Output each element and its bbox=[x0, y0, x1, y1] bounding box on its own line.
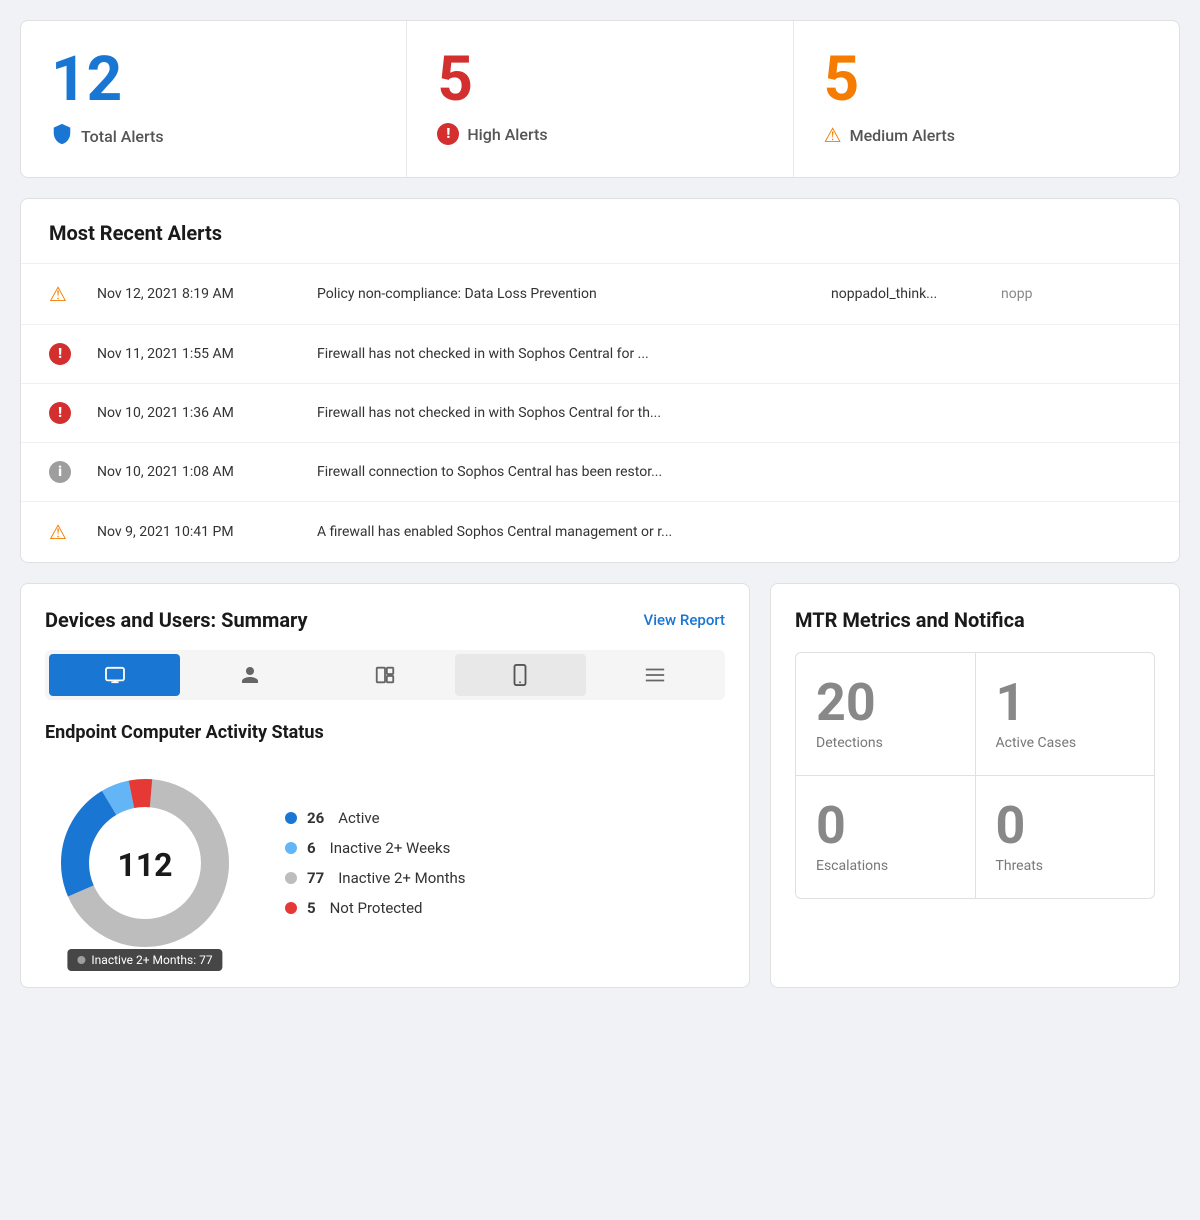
alert-message: A firewall has enabled Sophos Central ma… bbox=[317, 524, 1151, 540]
bottom-row: Devices and Users: Summary View Report bbox=[20, 583, 1180, 988]
legend-dot-not-protected bbox=[285, 902, 297, 914]
legend-dot-inactive-weeks bbox=[285, 842, 297, 854]
table-row[interactable]: ! Nov 11, 2021 1:55 AM Firewall has not … bbox=[21, 325, 1179, 384]
donut-center-number: 112 bbox=[117, 846, 172, 884]
alert-icon-exclaim: ! bbox=[49, 402, 77, 424]
table-row[interactable]: ⚠ Nov 12, 2021 8:19 AM Policy non-compli… bbox=[21, 264, 1179, 325]
device-tab-bar bbox=[45, 650, 725, 700]
donut-chart: 112 Inactive 2+ Months: 77 bbox=[45, 763, 245, 963]
alert-datetime: Nov 10, 2021 1:36 AM bbox=[97, 405, 297, 421]
alert-message: Policy non-compliance: Data Loss Prevent… bbox=[317, 286, 811, 302]
tab-user[interactable] bbox=[184, 654, 315, 696]
tooltip-dot bbox=[77, 956, 85, 964]
high-alert-icon: ! bbox=[437, 123, 459, 145]
escalations-label: Escalations bbox=[816, 858, 955, 874]
tab-list[interactable] bbox=[590, 654, 721, 696]
mtr-cell-detections: 20 Detections bbox=[796, 653, 975, 775]
active-cases-number: 1 bbox=[996, 677, 1135, 729]
active-cases-label: Active Cases bbox=[996, 735, 1135, 751]
list-item: 6 Inactive 2+ Weeks bbox=[285, 839, 466, 857]
alert-icon-info: i bbox=[49, 461, 77, 483]
alert-datetime: Nov 11, 2021 1:55 AM bbox=[97, 346, 297, 362]
detections-number: 20 bbox=[816, 677, 955, 729]
alert-user-2: nopp bbox=[1001, 286, 1151, 302]
alert-message: Firewall has not checked in with Sophos … bbox=[317, 405, 1151, 421]
mtr-cell-escalations: 0 Escalations bbox=[796, 776, 975, 898]
alert-icon-warn: ⚠ bbox=[49, 520, 77, 544]
recent-alerts-title: Most Recent Alerts bbox=[21, 199, 1179, 264]
medium-alerts-label: ⚠ Medium Alerts bbox=[824, 123, 1149, 147]
high-alerts-label: ! High Alerts bbox=[437, 123, 762, 145]
total-alerts-label: Total Alerts bbox=[51, 123, 376, 149]
tab-desktop[interactable] bbox=[49, 654, 180, 696]
alert-datetime: Nov 9, 2021 10:41 PM bbox=[97, 524, 297, 540]
mtr-metrics-panel: MTR Metrics and Notifica 20 Detections 1… bbox=[770, 583, 1180, 988]
endpoint-content: 112 Inactive 2+ Months: 77 26 Active 6 I… bbox=[45, 763, 725, 963]
threats-label: Threats bbox=[996, 858, 1135, 874]
mtr-cell-threats: 0 Threats bbox=[976, 776, 1155, 898]
table-row[interactable]: ! Nov 10, 2021 1:36 AM Firewall has not … bbox=[21, 384, 1179, 443]
mtr-grid: 20 Detections 1 Active Cases 0 Escalatio… bbox=[795, 652, 1155, 899]
medium-alerts-number: 5 bbox=[824, 49, 1149, 111]
medium-alert-icon: ⚠ bbox=[824, 123, 842, 147]
endpoint-title: Endpoint Computer Activity Status bbox=[45, 722, 725, 743]
shield-icon bbox=[51, 123, 73, 149]
table-row[interactable]: ⚠ Nov 9, 2021 10:41 PM A firewall has en… bbox=[21, 502, 1179, 562]
recent-alerts-section: Most Recent Alerts ⚠ Nov 12, 2021 8:19 A… bbox=[20, 198, 1180, 563]
total-alerts-number: 12 bbox=[51, 49, 376, 111]
alert-datetime: Nov 10, 2021 1:08 AM bbox=[97, 464, 297, 480]
mtr-title: MTR Metrics and Notifica bbox=[795, 608, 1155, 632]
alert-icon-exclaim: ! bbox=[49, 343, 77, 365]
medium-alerts-card[interactable]: 5 ⚠ Medium Alerts bbox=[794, 21, 1179, 177]
endpoint-legend: 26 Active 6 Inactive 2+ Weeks 77 Inactiv… bbox=[285, 809, 466, 917]
list-item: 5 Not Protected bbox=[285, 899, 466, 917]
legend-dot-inactive-months bbox=[285, 872, 297, 884]
threats-number: 0 bbox=[996, 800, 1135, 852]
alert-datetime: Nov 12, 2021 8:19 AM bbox=[97, 286, 297, 302]
mtr-cell-active-cases: 1 Active Cases bbox=[976, 653, 1155, 775]
devices-header: Devices and Users: Summary View Report bbox=[45, 608, 725, 632]
devices-title: Devices and Users: Summary bbox=[45, 608, 308, 632]
tab-mobile[interactable] bbox=[455, 654, 586, 696]
alert-user: noppadol_think... bbox=[831, 286, 981, 302]
total-alerts-card[interactable]: 12 Total Alerts bbox=[21, 21, 407, 177]
table-row[interactable]: i Nov 10, 2021 1:08 AM Firewall connecti… bbox=[21, 443, 1179, 502]
alert-icon-warn: ⚠ bbox=[49, 282, 77, 306]
donut-tooltip: Inactive 2+ Months: 77 bbox=[67, 949, 222, 971]
legend-dot-active bbox=[285, 812, 297, 824]
tab-server[interactable] bbox=[319, 654, 450, 696]
devices-summary-panel: Devices and Users: Summary View Report bbox=[20, 583, 750, 988]
alert-message: Firewall connection to Sophos Central ha… bbox=[317, 464, 1151, 480]
escalations-number: 0 bbox=[816, 800, 955, 852]
high-alerts-number: 5 bbox=[437, 49, 762, 111]
list-item: 77 Inactive 2+ Months bbox=[285, 869, 466, 887]
list-item: 26 Active bbox=[285, 809, 466, 827]
alert-message: Firewall has not checked in with Sophos … bbox=[317, 346, 1151, 362]
high-alerts-card[interactable]: 5 ! High Alerts bbox=[407, 21, 793, 177]
view-report-link[interactable]: View Report bbox=[644, 611, 725, 629]
detections-label: Detections bbox=[816, 735, 955, 751]
alert-stats-row: 12 Total Alerts 5 ! High Alerts 5 ⚠ Medi… bbox=[20, 20, 1180, 178]
